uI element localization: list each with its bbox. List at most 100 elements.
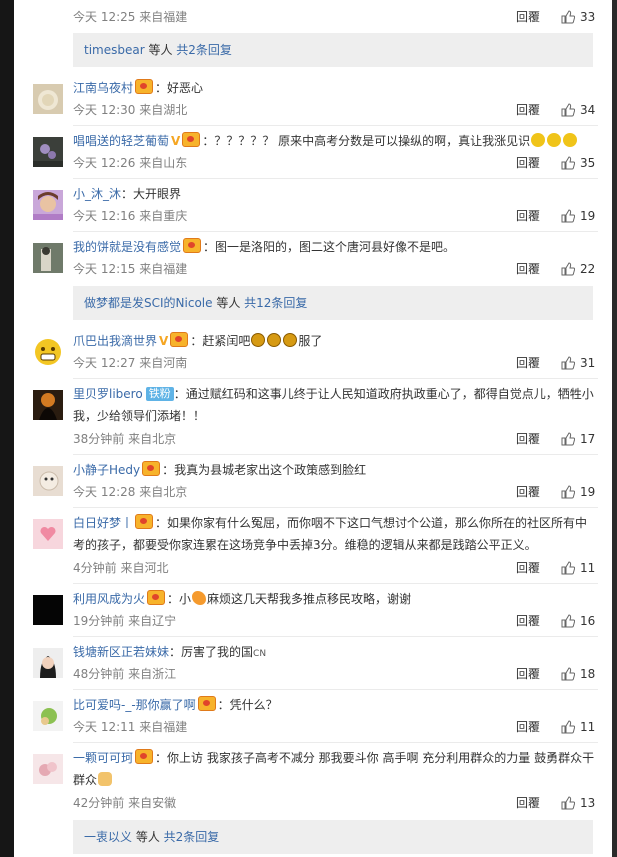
avatar[interactable] xyxy=(33,243,63,273)
comment-meta: 38分钟前 来自北京 回覆 17 xyxy=(73,429,598,449)
reply-button[interactable]: 回覆 xyxy=(516,482,540,502)
avatar[interactable] xyxy=(33,519,63,549)
thumbs-up-icon[interactable] xyxy=(561,614,575,628)
thumbs-up-icon[interactable] xyxy=(561,10,575,24)
comment-time: 今天 12:16 来自重庆 xyxy=(73,209,188,223)
avatar[interactable] xyxy=(33,754,63,784)
avatar[interactable] xyxy=(33,648,63,678)
reply-button[interactable]: 回覆 xyxy=(516,353,540,373)
reply-button[interactable]: 回覆 xyxy=(516,100,540,120)
reply-button[interactable]: 回覆 xyxy=(516,259,540,279)
divider xyxy=(73,583,598,584)
more-replies[interactable]: 一衷以义 等人 共2条回复 xyxy=(73,820,593,854)
comment-time: 今天 12:15 来自福建 xyxy=(73,262,188,276)
comment-text: 爪巴出我滴世界 V ：赶紧闰吧 服了 xyxy=(73,330,598,352)
frown-emoji-icon xyxy=(283,333,298,347)
reply-button[interactable]: 回覆 xyxy=(516,558,540,578)
reply-button[interactable]: 回覆 xyxy=(516,717,540,737)
divider xyxy=(73,689,598,690)
reply-button[interactable]: 回覆 xyxy=(516,7,540,27)
username[interactable]: 白日好梦丨 xyxy=(73,516,133,530)
username[interactable]: 比可爱吗-_-那你赢了啊 xyxy=(73,698,196,712)
username[interactable]: 唱唱送的轻芝葡萄 xyxy=(73,134,169,148)
thumbs-up-icon[interactable] xyxy=(561,209,575,223)
more-replies-count[interactable]: 共2条回复 xyxy=(164,830,220,844)
reply-button[interactable]: 回覆 xyxy=(516,153,540,173)
comment-body: ：？？？？？ 原来中高考分数是可以操纵的啊，真让我涨见识 xyxy=(202,134,531,148)
more-replies-count[interactable]: 共2条回复 xyxy=(176,43,232,57)
more-replies-mid: 等人 xyxy=(212,296,245,310)
comment-meta: 今天 12:27 来自河南 回覆 31 xyxy=(73,353,598,373)
comment-body: ：我真为县城老家出这个政策感到脸红 xyxy=(162,463,367,477)
comment-meta: 42分钟前 来自安徽 回覆 13 xyxy=(73,793,598,813)
thumbs-up-icon[interactable] xyxy=(561,485,575,499)
avatar[interactable] xyxy=(33,137,63,167)
verified-v-icon: V xyxy=(159,334,169,348)
more-replies-user[interactable]: 一衷以义 xyxy=(84,830,132,844)
comment-meta: 48分钟前 来自浙江 回覆 18 xyxy=(73,664,598,684)
comment-meta: 今天 12:16 来自重庆 回覆 19 xyxy=(73,206,598,226)
username[interactable]: 钱塘新区正若妹妹 xyxy=(73,645,169,659)
thumbs-up-icon[interactable] xyxy=(561,720,575,734)
divider xyxy=(73,454,598,455)
thumbs-up-icon[interactable] xyxy=(561,796,575,810)
comment-text: 小静子Hedy ：我真为县城老家出这个政策感到脸红 xyxy=(73,459,598,481)
comment-body: ：图一是洛阳的，图二这个唐河县好像不是吧。 xyxy=(203,240,456,254)
like-count: 13 xyxy=(580,796,596,810)
avatar[interactable] xyxy=(33,701,63,731)
thumbs-up-icon[interactable] xyxy=(561,356,575,370)
like-count: 11 xyxy=(580,561,596,575)
like-count: 35 xyxy=(580,156,596,170)
username[interactable]: 一颗可可珂 xyxy=(73,751,133,765)
reply-button[interactable]: 回覆 xyxy=(516,206,540,226)
thumbs-up-icon[interactable] xyxy=(561,262,575,276)
username[interactable]: 爪巴出我滴世界 xyxy=(73,334,157,348)
avatar[interactable] xyxy=(33,190,63,220)
comment-text: 利用风成为火 ：小 麻烦这几天帮我多推点移民攻略，谢谢 xyxy=(73,588,598,610)
avatar[interactable] xyxy=(33,390,63,420)
vip-badge-icon xyxy=(183,238,202,253)
thumbs-up-icon[interactable] xyxy=(561,103,575,117)
thumbs-up-icon[interactable] xyxy=(561,561,575,575)
comment-meta: 4分钟前 来自河北 回覆 11 xyxy=(73,558,598,578)
username[interactable]: 小_沐_沐 xyxy=(73,187,121,201)
thumbs-up-emoji-icon xyxy=(98,772,113,786)
comment-meta: 今天 12:25 来自福建 回覆 33 xyxy=(73,7,598,27)
username[interactable]: 我的饼就是没有感觉 xyxy=(73,240,181,254)
reply-button[interactable]: 回覆 xyxy=(516,429,540,449)
more-replies-user[interactable]: 做梦都是发SCI的Nicole xyxy=(84,296,213,310)
avatar[interactable] xyxy=(33,84,63,114)
reply-button[interactable]: 回覆 xyxy=(516,664,540,684)
laughing-tears-emoji-icon xyxy=(547,133,562,147)
reply-button[interactable]: 回覆 xyxy=(516,611,540,631)
comment-body-end: 麻烦这几天帮我多推点移民攻略，谢谢 xyxy=(207,592,412,606)
comment-body: ：赶紧闰吧 xyxy=(190,334,251,348)
reply-button[interactable]: 回覆 xyxy=(516,793,540,813)
more-replies-user[interactable]: timesbear xyxy=(84,43,145,57)
more-replies-count[interactable]: 共12条回复 xyxy=(244,296,307,310)
thumbs-up-icon[interactable] xyxy=(561,156,575,170)
username[interactable]: 江南乌夜村 xyxy=(73,81,133,95)
comment-text: 一颗可可珂 ：你上访 我家孩子高考不减分 那我要斗你 高手啊 充分利用群众的力量 … xyxy=(73,747,598,791)
comment-time: 今天 12:27 来自河南 xyxy=(73,356,188,370)
username[interactable]: 小静子Hedy xyxy=(73,463,140,477)
vip-badge-icon xyxy=(135,514,154,529)
sweet-potato-emoji-icon xyxy=(192,591,207,605)
more-replies[interactable]: 做梦都是发SCI的Nicole 等人 共12条回复 xyxy=(73,286,593,320)
left-edge xyxy=(0,0,14,857)
scrollbar-track[interactable] xyxy=(612,0,617,857)
thumbs-up-icon[interactable] xyxy=(561,432,575,446)
more-replies[interactable]: timesbear 等人 共2条回复 xyxy=(73,33,593,67)
vip-badge-icon xyxy=(197,696,216,711)
avatar[interactable] xyxy=(33,337,63,367)
avatar[interactable] xyxy=(33,466,63,496)
comment-time: 今天 12:26 来自山东 xyxy=(73,156,188,170)
thumbs-up-icon[interactable] xyxy=(561,667,575,681)
username[interactable]: 里贝罗libero xyxy=(73,387,143,401)
like-count: 22 xyxy=(580,262,596,276)
divider xyxy=(73,178,598,179)
username[interactable]: 利用风成为火 xyxy=(73,592,145,606)
comment-body-end: 服了 xyxy=(298,334,323,348)
comment-time: 今天 12:11 来自福建 xyxy=(73,720,188,734)
avatar[interactable] xyxy=(33,595,63,625)
